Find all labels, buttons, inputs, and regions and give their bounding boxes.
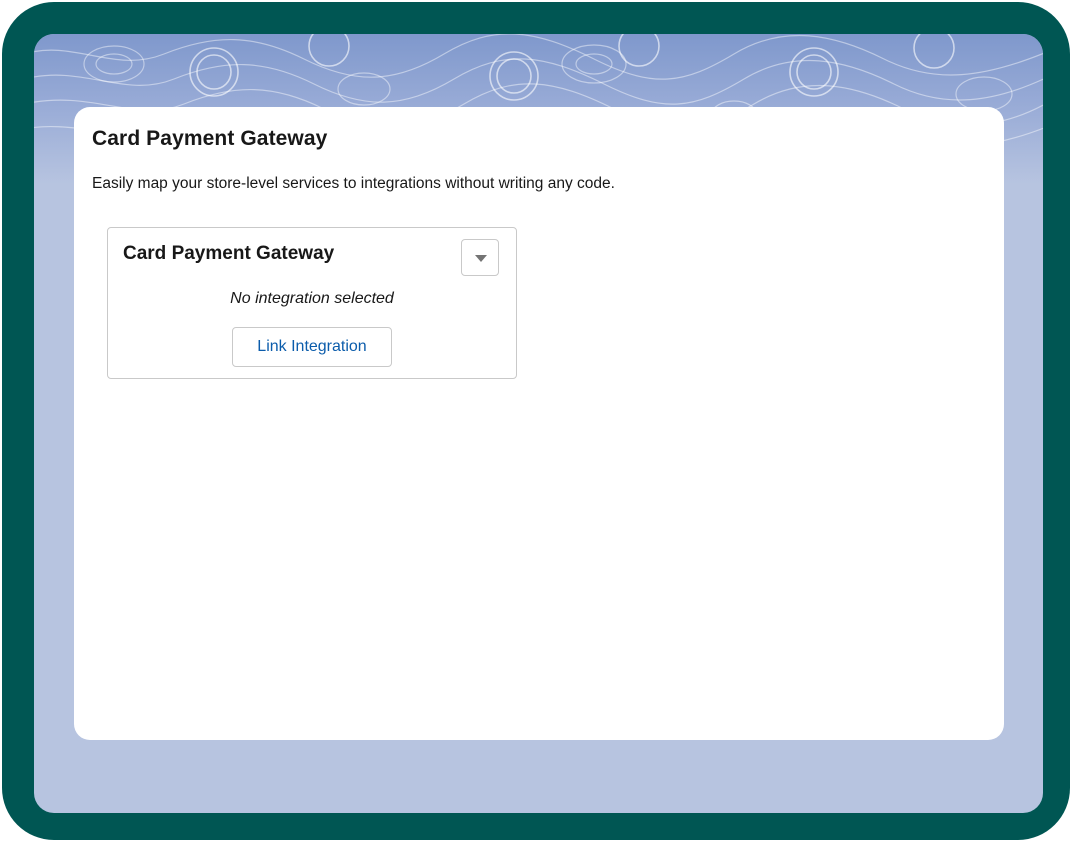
device-frame: Card Payment Gateway Easily map your sto… (2, 2, 1070, 840)
app-screen: Card Payment Gateway Easily map your sto… (34, 34, 1043, 813)
gateway-card: Card Payment Gateway No integration sele… (107, 227, 517, 379)
gateway-card-title: Card Payment Gateway (123, 243, 335, 264)
chevron-down-icon (475, 255, 487, 262)
main-card: Card Payment Gateway Easily map your sto… (74, 107, 1004, 740)
link-integration-button[interactable]: Link Integration (232, 327, 392, 367)
integration-status: No integration selected (230, 290, 394, 307)
gateway-menu-button[interactable] (461, 239, 499, 276)
page-title: Card Payment Gateway (92, 127, 328, 150)
page-description: Easily map your store-level services to … (92, 175, 615, 192)
